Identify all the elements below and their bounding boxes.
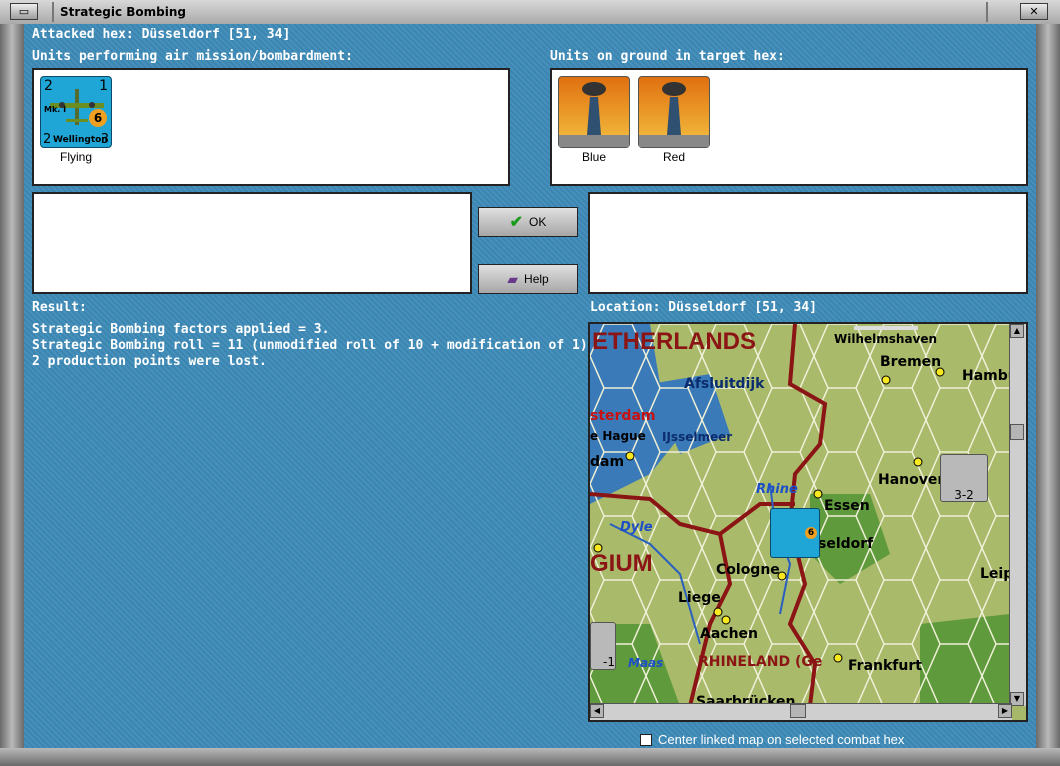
map-label-wilhelmshaven: Wilhelmshaven (834, 332, 938, 346)
map-army-unit-counter[interactable]: 3-2 (940, 454, 988, 502)
scroll-down-icon[interactable]: ▼ (1010, 692, 1024, 706)
map-label-netherlands: ETHERLANDS (592, 328, 757, 355)
factory-icon (558, 76, 630, 148)
scroll-left-icon[interactable]: ◀ (590, 704, 604, 718)
result-line: Strategic Bombing roll = 11 (unmodified … (32, 338, 596, 353)
result-line: 2 production points were lost. (32, 354, 267, 369)
scroll-thumb[interactable] (790, 704, 806, 718)
ground-unit-red[interactable]: Red (638, 76, 710, 164)
window-frame-right (1036, 24, 1060, 748)
map-label-maas: Maas (628, 656, 664, 670)
unit-counter: 2 1 Mk. I 6 2 Wellington 3 (40, 76, 112, 148)
map-label-ijsselmeer: IJsselmeer (662, 430, 733, 444)
linked-map[interactable]: ETHERLANDS Wilhelmshaven Bremen Hambu Af… (588, 322, 1028, 722)
counter-bottom-left-value: 2 (43, 132, 52, 147)
air-unit-details-panel (32, 192, 472, 294)
result-line: Strategic Bombing factors applied = 3. (32, 322, 330, 337)
counter-unit-name: Wellington (53, 135, 108, 145)
minimize-button[interactable]: ▭ (10, 3, 38, 20)
ok-button-label: OK (529, 215, 547, 229)
map-label-hanover: Hanover (878, 472, 945, 488)
window-frame-bottom (0, 748, 1060, 766)
factory-chimney-icon (639, 82, 709, 147)
ground-unit-label: Blue (581, 150, 607, 164)
ground-unit-label: Red (662, 150, 685, 164)
map-label-liege: Liege (678, 590, 721, 606)
window-title: Strategic Bombing (60, 5, 186, 19)
unit-status-label: Flying (59, 150, 92, 164)
close-button[interactable]: ✕ (1020, 3, 1048, 20)
map-label-frankfurt: Frankfurt (848, 658, 922, 674)
scroll-right-icon[interactable]: ▶ (998, 704, 1012, 718)
map-army-unit-counter[interactable]: -1 (590, 622, 616, 670)
map-label-cologne: Cologne (716, 562, 780, 578)
ground-unit-blue[interactable]: Blue (558, 76, 630, 164)
map-label-aachen: Aachen (700, 626, 759, 642)
result-label: Result: (32, 300, 87, 315)
scroll-up-icon[interactable]: ▲ (1010, 324, 1024, 338)
help-button-label: Help (524, 272, 549, 286)
map-label-rhineland: RHINELAND (Ge (698, 654, 823, 670)
map-horizontal-scrollbar[interactable]: ◀ ▶ (590, 703, 1012, 720)
ok-button[interactable]: ✔ OK (478, 207, 578, 237)
counter-strength-badge: 6 (805, 527, 817, 539)
title-separator (52, 2, 54, 22)
location-label: Location: Düsseldorf [51, 34] (590, 300, 817, 315)
help-button[interactable]: ▰ Help (478, 264, 578, 294)
help-book-icon: ▰ (507, 270, 519, 287)
factory-icon (638, 76, 710, 148)
map-label-amsterdam: sterdam (590, 408, 656, 424)
map-label-essen: Essen (824, 498, 870, 514)
map-label-belgium: GIUM (590, 550, 653, 577)
result-text: Strategic Bombing factors applied = 3. S… (32, 322, 596, 370)
title-separator (986, 2, 988, 22)
attacked-hex-label: Attacked hex: Düsseldorf [51, 34] (32, 27, 291, 42)
center-map-option[interactable]: Center linked map on selected combat hex (640, 732, 904, 747)
map-label-rhine: Rhine (756, 482, 798, 497)
center-map-label: Center linked map on selected combat hex (658, 732, 905, 747)
map-label-bremen: Bremen (880, 354, 942, 370)
air-units-panel: 2 1 Mk. I 6 2 Wellington 3 Flying (32, 68, 510, 186)
dialog-content: Attacked hex: Düsseldorf [51, 34] Units … (24, 24, 1036, 748)
map-label-hague: e Hague (590, 429, 646, 443)
checkmark-icon: ✔ (509, 214, 524, 231)
map-label-dyle: Dyle (620, 520, 653, 535)
map-label-afsluitdijk: Afsluitdijk (684, 376, 765, 392)
ground-units-label: Units on ground in target hex: (550, 49, 785, 64)
center-map-checkbox[interactable] (640, 733, 652, 746)
air-unit-wellington[interactable]: 2 1 Mk. I 6 2 Wellington 3 Flying (40, 76, 112, 164)
counter-mark: Mk. I (44, 105, 67, 114)
factory-chimney-icon (559, 82, 629, 147)
strategic-bombing-window: ▭ Strategic Bombing ✕ Attacked hex: Düss… (0, 0, 1060, 766)
map-air-unit-counter[interactable]: 6 (770, 508, 820, 558)
ground-units-panel: Blue Red (550, 68, 1028, 186)
map-label-rotterdam: dam (590, 454, 625, 470)
air-units-label: Units performing air mission/bombardment… (32, 49, 353, 64)
counter-strength-badge: 6 (89, 109, 107, 127)
scroll-thumb[interactable] (1010, 424, 1024, 440)
window-frame-left (0, 24, 24, 748)
ground-unit-details-panel (588, 192, 1028, 294)
title-bar: ▭ Strategic Bombing ✕ (0, 0, 1060, 25)
map-vertical-scrollbar[interactable]: ▲ ▼ (1009, 324, 1026, 706)
map-label-dusseldorf: seldorf (818, 536, 874, 552)
counter-bottom-right-value: 3 (100, 132, 109, 147)
